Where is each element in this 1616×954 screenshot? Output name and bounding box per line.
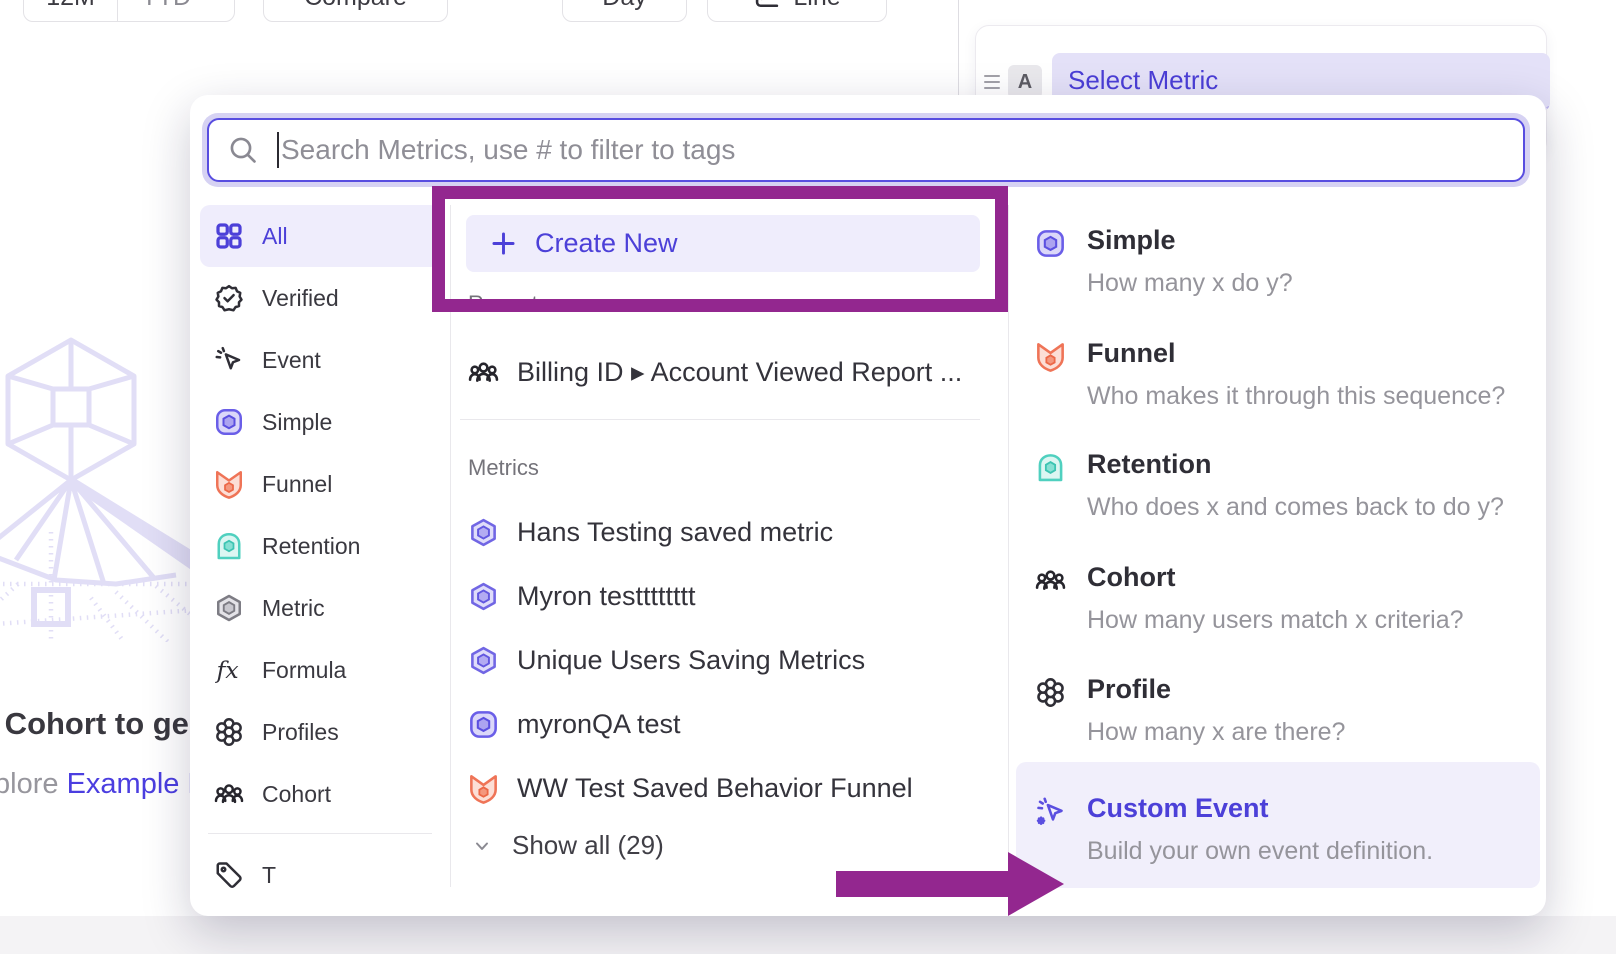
sidebar-item-cohort[interactable]: Cohort <box>190 763 450 825</box>
tag-icon <box>214 860 244 890</box>
metric-icon <box>214 593 244 623</box>
recents-metrics-divider <box>460 419 980 420</box>
recent-item[interactable]: Billing ID ▸ Account Viewed Report ... <box>468 350 962 394</box>
simple-icon <box>1035 228 1066 259</box>
plus-icon <box>490 230 517 257</box>
recents-section-label: Recents <box>468 291 549 317</box>
search-placeholder: Search Metrics, use # to filter to tags <box>281 134 735 166</box>
sidebar-item-retention[interactable]: Retention <box>190 515 450 577</box>
type-option-retention[interactable]: Retention Who does x and comes back to d… <box>1035 449 1504 522</box>
funnel-icon <box>1035 341 1066 372</box>
types-divider <box>1008 205 1009 887</box>
type-option-cohort[interactable]: Cohort How many users match x criteria? <box>1035 562 1464 635</box>
metric-hex-icon <box>468 581 499 612</box>
granularity-button[interactable]: Day <box>562 0 687 22</box>
metric-list-item[interactable]: Unique Users Saving Metrics <box>468 638 865 682</box>
sidebar-item-simple[interactable]: Simple <box>190 391 450 453</box>
type-option-custom-event[interactable]: Custom Event Build your own event defini… <box>1016 762 1540 888</box>
search-focus-ring: Search Metrics, use # to filter to tags <box>202 113 1530 187</box>
simple-icon <box>214 407 244 437</box>
search-icon <box>227 134 259 166</box>
wireframe-graphic <box>0 332 196 642</box>
sidebar-item-all[interactable]: All <box>200 205 440 267</box>
sidebar-item-formula[interactable]: Formula <box>190 639 450 701</box>
metric-list-item[interactable]: Hans Testing saved metric <box>468 510 833 554</box>
cohort-icon <box>1035 565 1066 596</box>
explore-prefix: plore <box>0 768 59 800</box>
formula-icon <box>214 655 244 685</box>
metric-list-item[interactable]: WW Test Saved Behavior Funnel <box>468 766 913 810</box>
metric-list-item[interactable]: Myron testttttttt <box>468 574 696 618</box>
custom-event-icon <box>1035 796 1066 827</box>
profiles-icon <box>1035 677 1066 708</box>
metrics-section-label: Metrics <box>468 455 539 481</box>
sidebar-item-metric[interactable]: Metric <box>190 577 450 639</box>
metric-picker-modal: Search Metrics, use # to filter to tags … <box>190 95 1546 916</box>
compare-button[interactable]: Compare <box>263 0 448 22</box>
simple-icon <box>468 709 499 740</box>
profiles-icon <box>214 717 244 747</box>
app-screenshot: 12M YTD Compare Day Line A Select Metric <box>0 0 1616 954</box>
page-bottom-area <box>0 916 1616 954</box>
type-option-simple[interactable]: Simple How many x do y? <box>1035 225 1293 298</box>
type-option-funnel[interactable]: Funnel Who makes it through this sequenc… <box>1035 338 1505 411</box>
grid-icon <box>214 221 244 251</box>
funnel-icon <box>468 773 499 804</box>
type-option-profile[interactable]: Profile How many x are there? <box>1035 674 1345 747</box>
verified-icon <box>214 283 244 313</box>
event-icon <box>214 345 244 375</box>
cohort-icon <box>468 357 499 388</box>
funnel-icon <box>214 469 244 499</box>
category-sidebar: All Verified Event Simple Funnel Retenti… <box>190 205 450 906</box>
range-12m-button[interactable]: 12M <box>24 0 117 21</box>
text-caret <box>277 132 279 168</box>
search-input[interactable]: Search Metrics, use # to filter to tags <box>207 118 1525 182</box>
line-chart-icon <box>753 0 781 11</box>
date-range-control: 12M YTD <box>23 0 235 22</box>
cohort-icon <box>214 779 244 809</box>
range-ytd-button[interactable]: YTD <box>117 0 234 21</box>
chart-type-button[interactable]: Line <box>707 0 887 22</box>
drag-handle-icon[interactable] <box>984 71 1000 93</box>
retention-icon <box>1035 452 1066 483</box>
sidebar-section-divider <box>208 833 432 834</box>
metric-hex-icon <box>468 517 499 548</box>
sidebar-item-tags-partial[interactable]: T <box>190 844 450 906</box>
sidebar-divider <box>450 205 451 887</box>
chevron-down-icon <box>472 836 492 856</box>
sidebar-item-verified[interactable]: Verified <box>190 267 450 329</box>
sidebar-item-event[interactable]: Event <box>190 329 450 391</box>
example-reports-link[interactable]: Example R <box>67 768 209 800</box>
metric-hex-icon <box>468 645 499 676</box>
retention-icon <box>214 531 244 561</box>
sidebar-item-profiles[interactable]: Profiles <box>190 701 450 763</box>
background-explore-line: plore Example R <box>0 768 208 801</box>
metric-list-item[interactable]: myronQA test <box>468 702 681 746</box>
chevron-down-icon <box>197 0 211 4</box>
sidebar-item-funnel[interactable]: Funnel <box>190 453 450 515</box>
background-heading: r Cohort to ge <box>0 706 189 742</box>
show-all-button[interactable]: Show all (29) <box>472 830 664 861</box>
create-new-button[interactable]: Create New <box>466 215 980 272</box>
series-badge: A <box>1008 65 1042 99</box>
